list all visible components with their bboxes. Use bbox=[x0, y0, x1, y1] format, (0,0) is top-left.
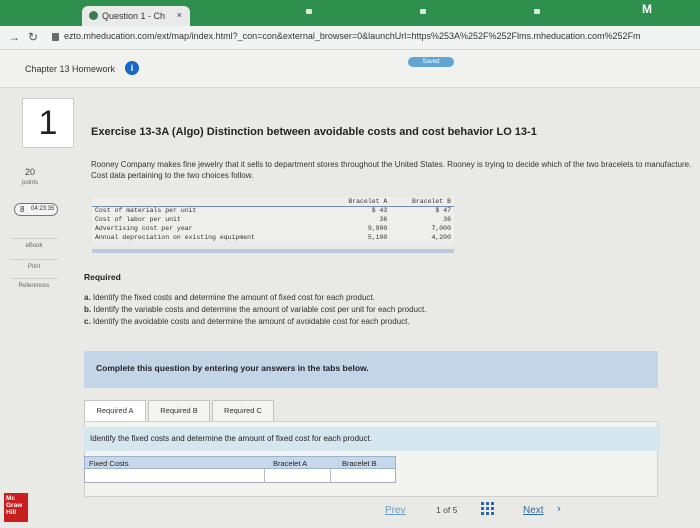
page-current: 1 bbox=[436, 505, 441, 515]
question-grid-icon[interactable] bbox=[481, 502, 494, 515]
table-row: Annual depreciation on existing equipmen… bbox=[92, 233, 454, 242]
tab-indicator-icon bbox=[534, 9, 540, 14]
tab-title: Question 1 - Ch bbox=[102, 11, 166, 21]
next-button[interactable]: Next bbox=[523, 505, 544, 516]
row-label: Advertising cost per year bbox=[95, 225, 193, 232]
cell-value: 9,900 bbox=[367, 225, 388, 232]
answer-table-header: Fixed Costs Bracelet A Bracelet B bbox=[84, 456, 396, 469]
column-header: Fixed Costs bbox=[89, 459, 129, 468]
page-of: of bbox=[443, 505, 451, 515]
cell-value: 5,100 bbox=[367, 234, 388, 241]
info-icon[interactable]: i bbox=[125, 61, 139, 75]
logo-line: Mc bbox=[6, 495, 16, 502]
prev-button[interactable]: Prev bbox=[385, 505, 406, 516]
exercise-title: Exercise 13-3A (Algo) Distinction betwee… bbox=[91, 126, 537, 138]
tab-favicon-icon bbox=[89, 11, 98, 20]
browser-nav-bar: → ↻ ezto.mheducation.com/ext/map/index.h… bbox=[0, 26, 700, 50]
table-row bbox=[84, 469, 396, 483]
points-value: 20 bbox=[24, 167, 35, 177]
cell-value: 4,200 bbox=[431, 234, 451, 241]
column-header: Bracelet B bbox=[342, 459, 377, 468]
assignment-title: Chapter 13 Homework bbox=[25, 64, 116, 74]
tab-indicator-icon bbox=[306, 9, 312, 14]
hourglass-icon: 8 bbox=[20, 205, 25, 214]
table-row: Cost of materials per unit $ 43 $ 47 bbox=[92, 206, 454, 215]
print-link[interactable]: Print bbox=[10, 259, 58, 273]
tab-required-b[interactable]: Required B bbox=[148, 400, 210, 422]
page-total: 5 bbox=[452, 505, 458, 515]
row-label: Annual depreciation on existing equipmen… bbox=[95, 234, 255, 241]
assignment-header: Chapter 13 Homework i Saved bbox=[0, 50, 700, 88]
page-indicator: 1 of 5 bbox=[436, 505, 457, 515]
required-heading: Required bbox=[84, 272, 121, 282]
address-bar[interactable]: ezto.mheducation.com/ext/map/index.html?… bbox=[64, 31, 641, 41]
profile-icon[interactable]: M bbox=[638, 2, 656, 18]
lock-icon bbox=[52, 33, 59, 41]
points-label: points bbox=[21, 180, 38, 186]
chevron-right-icon[interactable]: › bbox=[557, 503, 561, 515]
bracelet-b-input[interactable] bbox=[331, 469, 397, 483]
table-row: Cost of labor per unit 36 36 bbox=[92, 215, 454, 224]
exercise-intro: Rooney Company makes fine jewelry that i… bbox=[91, 160, 692, 180]
instructions-banner: Complete this question by entering your … bbox=[84, 351, 658, 388]
cell-value: $ 43 bbox=[371, 207, 388, 215]
table-header-blank bbox=[92, 197, 327, 207]
browser-tab[interactable]: Question 1 - Ch × bbox=[82, 6, 190, 26]
cell-value: 36 bbox=[443, 216, 451, 223]
item-letter: c. bbox=[84, 317, 91, 326]
cost-data-table: Bracelet A Bracelet B Cost of materials … bbox=[92, 197, 454, 242]
fixed-cost-select[interactable] bbox=[85, 469, 265, 483]
logo-line: Hill bbox=[6, 509, 17, 516]
row-label: Cost of materials per unit bbox=[95, 207, 197, 215]
tab-indicator-icon bbox=[420, 9, 426, 14]
bracelet-a-input[interactable] bbox=[265, 469, 331, 483]
cell-value: 36 bbox=[379, 216, 388, 223]
list-item: a. Identify the fixed costs and determin… bbox=[84, 292, 604, 304]
list-item: c. Identify the avoidable costs and dete… bbox=[84, 316, 604, 328]
item-letter: b. bbox=[84, 305, 92, 314]
item-text: Identify the fixed costs and determine t… bbox=[92, 293, 375, 302]
item-letter: a. bbox=[84, 293, 91, 302]
required-list: a. Identify the fixed costs and determin… bbox=[84, 292, 604, 328]
tab-instruction: Identify the fixed costs and determine t… bbox=[84, 427, 660, 451]
mcgraw-hill-logo: Mc Graw Hill bbox=[4, 493, 28, 522]
item-text: Identify the variable costs and determin… bbox=[93, 305, 427, 314]
tab-required-c[interactable]: Required C bbox=[212, 400, 274, 422]
column-header: Bracelet A bbox=[326, 197, 391, 207]
timer-value: 04:23:35 bbox=[31, 206, 55, 212]
references-link[interactable]: References bbox=[10, 278, 58, 292]
table-row: Advertising cost per year 9,900 7,000 bbox=[92, 224, 454, 233]
browser-tab-bar: Question 1 - Ch × M bbox=[0, 0, 700, 26]
list-item: b. Identify the variable costs and deter… bbox=[84, 304, 604, 316]
column-header: Bracelet B bbox=[390, 197, 454, 207]
item-text: Identify the avoidable costs and determi… bbox=[92, 317, 410, 326]
timer-badge: 8 04:23:35 bbox=[14, 203, 58, 216]
tab-close-icon[interactable]: × bbox=[177, 10, 182, 20]
column-header: Bracelet A bbox=[273, 459, 308, 468]
back-arrow-icon[interactable]: → bbox=[8, 30, 20, 44]
tab-required-a[interactable]: Required A bbox=[84, 400, 146, 422]
table-bottom-bar bbox=[92, 249, 454, 253]
logo-line: Graw bbox=[6, 502, 23, 509]
cell-value: 7,000 bbox=[431, 225, 451, 232]
cell-value: $ 47 bbox=[435, 207, 451, 215]
table-header-row: Bracelet A Bracelet B bbox=[92, 197, 454, 207]
saved-badge: Saved bbox=[408, 57, 454, 67]
row-label: Cost of labor per unit bbox=[95, 216, 181, 223]
question-number: 1 bbox=[22, 98, 74, 148]
ebook-link[interactable]: eBook bbox=[10, 238, 58, 252]
reload-icon[interactable]: ↻ bbox=[28, 30, 38, 44]
